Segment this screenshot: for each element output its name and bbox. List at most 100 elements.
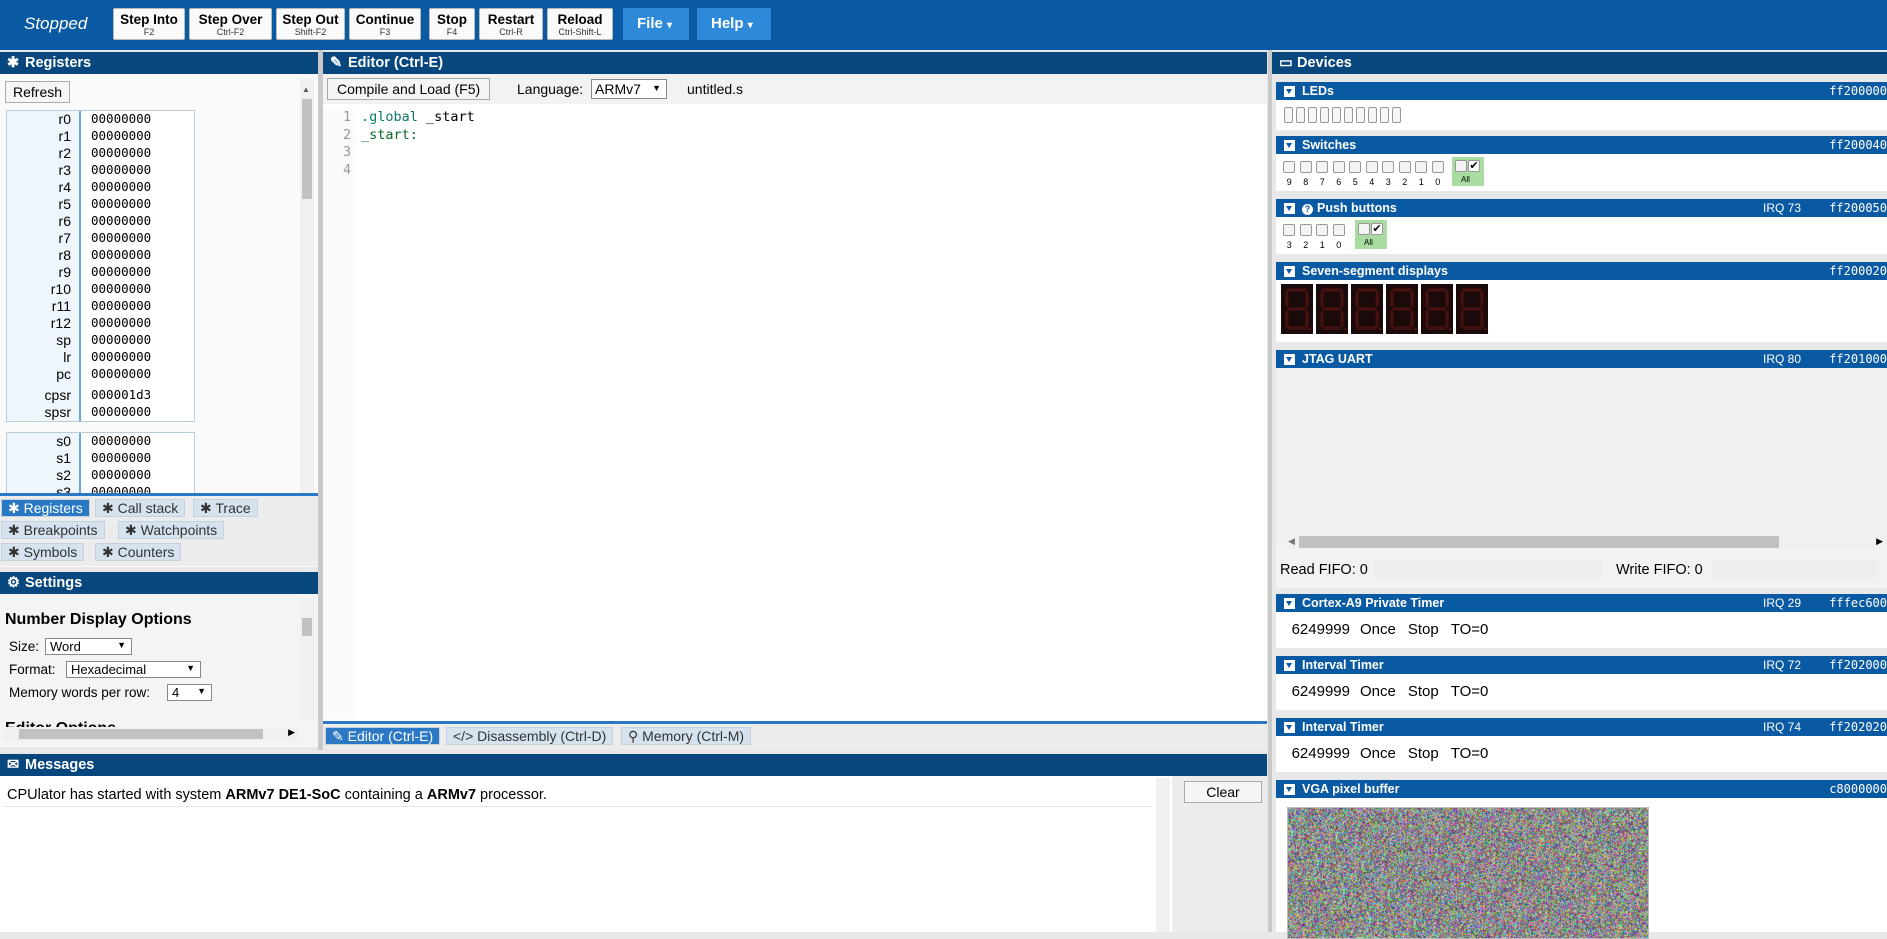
- register-value[interactable]: 000001d3: [81, 387, 151, 404]
- switch[interactable]: 5: [1347, 160, 1364, 187]
- register-value[interactable]: 00000000: [81, 366, 151, 383]
- leds-header[interactable]: LEDs ff200000: [1276, 82, 1887, 100]
- collapse-icon[interactable]: [1284, 203, 1295, 214]
- switch[interactable]: 2: [1298, 223, 1315, 250]
- register-value[interactable]: 00000000: [81, 332, 151, 349]
- register-value[interactable]: 00000000: [81, 404, 151, 421]
- tab-registers[interactable]: ✱ Registers: [1, 499, 90, 517]
- jtag-uart-header[interactable]: JTAG UART IRQ 80 ff201000: [1276, 350, 1887, 368]
- tab-counters[interactable]: ✱ Counters: [95, 543, 182, 561]
- restart-button[interactable]: Restart Ctrl-R: [479, 8, 543, 40]
- register-value[interactable]: 00000000: [81, 111, 151, 128]
- switches-header[interactable]: Switches ff200040: [1276, 136, 1887, 154]
- tab-symbols[interactable]: ✱ Symbols: [1, 543, 85, 561]
- tab-memory[interactable]: ⚲ Memory (Ctrl-M): [621, 727, 752, 745]
- jtag-terminal[interactable]: [1276, 368, 1887, 544]
- words-per-row-select[interactable]: 4 ▼: [167, 684, 212, 701]
- vertical-splitter[interactable]: [1268, 50, 1272, 932]
- register-value[interactable]: 00000000: [81, 349, 151, 366]
- settings-scrollbar[interactable]: [300, 598, 314, 720]
- register-value[interactable]: 00000000: [81, 179, 151, 196]
- compile-load-button[interactable]: Compile and Load (F5): [327, 78, 491, 100]
- code-editor[interactable]: .global _start _start:: [361, 109, 1251, 719]
- switch-checkbox[interactable]: [1431, 161, 1444, 173]
- help-menu[interactable]: Help ▾: [697, 8, 771, 40]
- tab-trace[interactable]: ✱ Trace: [193, 499, 258, 517]
- switch-checkbox[interactable]: [1316, 224, 1329, 236]
- switch-checkbox[interactable]: [1365, 161, 1378, 173]
- switch[interactable]: 1: [1314, 223, 1331, 250]
- push-all-checkbox[interactable]: [1358, 223, 1370, 235]
- file-menu[interactable]: File ▾: [623, 8, 689, 40]
- switch-checkbox[interactable]: [1299, 224, 1312, 236]
- language-select[interactable]: ARMv7 ▼: [591, 79, 667, 99]
- format-select[interactable]: Hexadecimal ▼: [66, 661, 201, 678]
- switch-checkbox[interactable]: [1349, 161, 1362, 173]
- step-out-button[interactable]: Step Out Shift-F2: [276, 8, 345, 40]
- register-value[interactable]: 00000000: [81, 433, 151, 450]
- switch-checkbox[interactable]: [1283, 161, 1296, 173]
- switch[interactable]: 0: [1331, 223, 1348, 250]
- collapse-icon[interactable]: [1284, 266, 1295, 277]
- switch[interactable]: 3: [1281, 223, 1298, 250]
- switch-checkbox[interactable]: [1316, 161, 1329, 173]
- register-value[interactable]: 00000000: [81, 196, 151, 213]
- register-value[interactable]: 00000000: [81, 162, 151, 179]
- switch[interactable]: 4: [1364, 160, 1381, 187]
- tab-call-stack[interactable]: ✱ Call stack: [95, 499, 186, 517]
- tab-editor[interactable]: ✎ Editor (Ctrl-E): [325, 727, 441, 745]
- interval-timer-2-header[interactable]: Interval Timer IRQ 74 ff202020: [1276, 718, 1887, 736]
- tab-disassembly[interactable]: </> Disassembly (Ctrl-D): [446, 727, 614, 745]
- register-value[interactable]: 00000000: [81, 145, 151, 162]
- switch[interactable]: 3: [1380, 160, 1397, 187]
- switch-checkbox[interactable]: [1332, 161, 1345, 173]
- switch-checkbox[interactable]: [1415, 161, 1428, 173]
- register-value[interactable]: 00000000: [81, 315, 151, 332]
- stop-button[interactable]: Stop F4: [429, 8, 475, 40]
- private-timer-header[interactable]: Cortex-A9 Private Timer IRQ 29 fffec600: [1276, 594, 1887, 612]
- settings-hscrollbar[interactable]: ▶: [5, 727, 298, 741]
- switch[interactable]: 2: [1397, 160, 1414, 187]
- switch[interactable]: 1: [1413, 160, 1430, 187]
- register-value[interactable]: 00000000: [81, 467, 151, 484]
- switches-all-toggle[interactable]: ✔ All: [1452, 157, 1484, 186]
- help-icon[interactable]: ?: [1302, 204, 1313, 215]
- jtag-hscrollbar[interactable]: ◀ ▶: [1288, 535, 1883, 549]
- reload-button[interactable]: Reload Ctrl-Shift-L: [547, 8, 613, 40]
- interval-timer-header[interactable]: Interval Timer IRQ 72 ff202000: [1276, 656, 1887, 674]
- collapse-icon[interactable]: [1284, 354, 1295, 365]
- scroll-right-icon[interactable]: ▶: [1876, 536, 1883, 547]
- continue-button[interactable]: Continue F3: [349, 8, 421, 40]
- collapse-icon[interactable]: [1284, 660, 1295, 671]
- switch-all-checkbox[interactable]: [1455, 160, 1467, 172]
- collapse-icon[interactable]: [1284, 598, 1295, 609]
- switch-checkbox[interactable]: [1299, 161, 1312, 173]
- vertical-splitter[interactable]: [318, 50, 323, 750]
- tab-watchpoints[interactable]: ✱ Watchpoints: [118, 521, 225, 539]
- register-value[interactable]: 00000000: [81, 281, 151, 298]
- step-into-button[interactable]: Step Into F2: [113, 8, 185, 40]
- size-select[interactable]: Word ▼: [45, 638, 132, 655]
- push-all-toggle[interactable]: ✔ All: [1355, 220, 1387, 249]
- switch-checkbox[interactable]: [1283, 224, 1296, 236]
- register-value[interactable]: 00000000: [81, 230, 151, 247]
- switch-checkbox[interactable]: [1382, 161, 1395, 173]
- collapse-icon[interactable]: [1284, 784, 1295, 795]
- register-value[interactable]: 00000000: [81, 213, 151, 230]
- messages-scrollbar[interactable]: [1156, 778, 1170, 932]
- switch-checkbox[interactable]: [1332, 224, 1345, 236]
- scroll-up-icon[interactable]: ▲: [302, 85, 310, 94]
- push-buttons-header[interactable]: ? Push buttons IRQ 73 ff200050: [1276, 199, 1887, 217]
- switch[interactable]: 7: [1314, 160, 1331, 187]
- register-value[interactable]: 00000000: [81, 450, 151, 467]
- switch[interactable]: 6: [1331, 160, 1348, 187]
- tab-breakpoints[interactable]: ✱ Breakpoints: [1, 521, 105, 539]
- switch-checkbox[interactable]: [1398, 161, 1411, 173]
- seven-segment-header[interactable]: Seven-segment displays ff200020: [1276, 262, 1887, 280]
- scroll-left-icon[interactable]: ◀: [1288, 536, 1295, 547]
- check-icon[interactable]: ✔: [1468, 160, 1480, 172]
- switch[interactable]: 9: [1281, 160, 1298, 187]
- collapse-icon[interactable]: [1284, 140, 1295, 151]
- register-value[interactable]: 00000000: [81, 247, 151, 264]
- scroll-right-icon[interactable]: ▶: [288, 727, 295, 738]
